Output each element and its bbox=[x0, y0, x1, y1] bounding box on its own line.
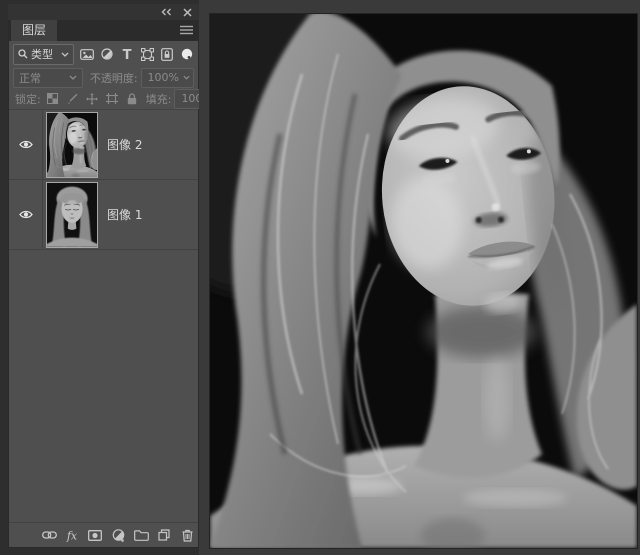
shape-layer-filter-icon[interactable] bbox=[140, 46, 154, 62]
panel-titlebar bbox=[8, 4, 199, 20]
layer-thumbnail-three-quarter-portrait[interactable] bbox=[46, 112, 98, 178]
visibility-eye-icon[interactable] bbox=[9, 110, 43, 179]
filter-kind-dropdown[interactable]: 类型 bbox=[13, 44, 74, 65]
lock-position-icon bbox=[86, 92, 99, 106]
opacity-value-box: 100% bbox=[141, 68, 194, 88]
layer-row-image2[interactable]: 图像 2 bbox=[9, 110, 198, 180]
new-group-folder-icon[interactable] bbox=[131, 525, 151, 545]
panel-bottom-bar: fx bbox=[9, 522, 198, 547]
layer-name[interactable]: 图像 1 bbox=[107, 206, 142, 223]
blend-mode-dropdown: 正常 bbox=[13, 68, 83, 88]
search-icon bbox=[18, 49, 28, 59]
blend-row: 正常 不透明度: 100% bbox=[9, 67, 198, 88]
delete-layer-trash-icon[interactable] bbox=[177, 525, 197, 545]
layer-row-image1[interactable]: 图像 1 bbox=[9, 180, 198, 250]
fill-label: 填充: bbox=[146, 91, 172, 107]
svg-text:T: T bbox=[123, 48, 132, 61]
layer-filter-row: 类型 T bbox=[9, 41, 198, 67]
filter-toggle-icon[interactable] bbox=[180, 46, 194, 62]
collapse-panel-icon[interactable] bbox=[160, 8, 172, 17]
blend-mode-value: 正常 bbox=[19, 70, 41, 86]
tab-layers[interactable]: 图层 bbox=[11, 20, 57, 41]
adjustment-layer-filter-icon[interactable] bbox=[100, 46, 114, 62]
lock-image-pixels-icon bbox=[66, 92, 79, 106]
chevron-down-icon bbox=[183, 75, 190, 80]
canvas-area bbox=[199, 0, 640, 555]
filter-kind-value: 类型 bbox=[31, 46, 53, 62]
lock-artboard-icon bbox=[106, 92, 119, 106]
lock-label: 锁定: bbox=[15, 91, 41, 107]
tab-layers-label: 图层 bbox=[22, 23, 46, 37]
opacity-value: 100% bbox=[148, 71, 179, 84]
close-panel-icon[interactable] bbox=[181, 8, 193, 17]
lock-all-icon bbox=[126, 92, 139, 106]
new-layer-icon[interactable] bbox=[154, 525, 174, 545]
smart-object-filter-icon[interactable] bbox=[160, 46, 174, 62]
type-layer-filter-icon[interactable]: T bbox=[120, 46, 134, 62]
link-layers-icon[interactable] bbox=[39, 525, 59, 545]
new-adjustment-layer-icon[interactable] bbox=[108, 525, 128, 545]
panel-tabstrip: 图层 bbox=[8, 20, 199, 41]
layer-name[interactable]: 图像 2 bbox=[107, 136, 142, 153]
lock-icons bbox=[46, 92, 139, 106]
layers-panel: 图层 类型 bbox=[8, 4, 199, 548]
layer-thumbnail-frontal-portrait[interactable] bbox=[46, 182, 98, 248]
pixel-layer-filter-icon[interactable] bbox=[80, 46, 94, 62]
filter-icons: T bbox=[80, 46, 194, 62]
lock-row: 锁定: 填充: 100% bbox=[9, 88, 198, 109]
lock-transparent-pixels-icon bbox=[46, 92, 59, 106]
chevron-down-icon bbox=[61, 52, 69, 57]
svg-text:fx: fx bbox=[66, 529, 78, 542]
canvas-image-grayscale-portrait[interactable] bbox=[210, 14, 637, 548]
chevron-down-icon bbox=[69, 75, 77, 80]
layers-panel-body: 类型 T bbox=[8, 41, 199, 548]
layer-list-empty-space bbox=[9, 250, 198, 522]
layer-list: 图像 2 图像 1 bbox=[9, 109, 198, 250]
add-layer-mask-icon[interactable] bbox=[85, 525, 105, 545]
panel-menu-icon[interactable] bbox=[180, 24, 193, 35]
layer-style-fx-icon[interactable]: fx bbox=[62, 525, 82, 545]
opacity-label: 不透明度: bbox=[90, 70, 138, 86]
visibility-eye-icon[interactable] bbox=[9, 180, 43, 249]
